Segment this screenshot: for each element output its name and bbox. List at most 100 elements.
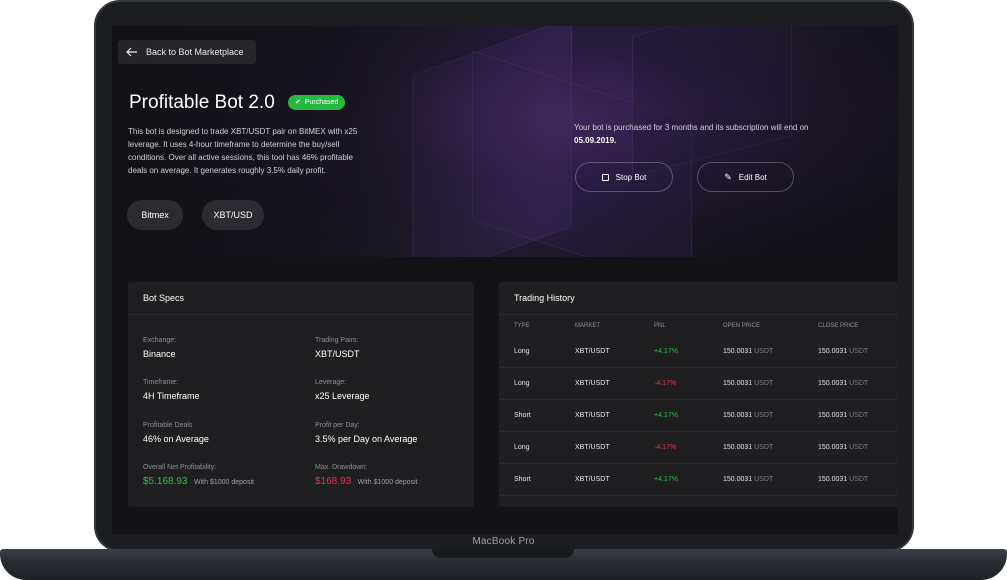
spec-profit-per-day: Profit per Day: 3.5% per Day on Average [315,422,417,444]
price-value: 150.0031 [723,348,753,355]
cell-open-price: 150.0031 USDT [723,336,773,368]
cell-type: Long [514,380,530,387]
spec-label: Leverage: [315,379,347,386]
table-row[interactable]: Long XBT/USDT -4.17% 150.0031 USDT 150.0… [499,368,898,400]
bot-hero: Back to Bot Marketplace Profitable Bot 2… [112,26,898,257]
cell-market: XBT/USDT [575,348,610,355]
cell-type: Short [514,476,531,483]
subscription-end-date: 05.09.2019. [574,136,617,145]
net-profit-value: $5.168.93 [143,476,188,487]
status-badge: ✔ Purchased [288,95,346,110]
bot-specs-panel: Bot Specs Exchange: Binance Trading Pair… [128,282,474,507]
cell-open-price: 150.0031 USDT [723,464,773,496]
spec-max-drawdown: Max. Drawdown: $168.93 With $1000 deposi… [315,464,418,487]
cell-market: XBT/USDT [575,412,610,419]
spec-value: 4H Timeframe [143,391,200,401]
spec-value: 46% on Average [143,434,209,444]
edit-bot-label: Edit Bot [738,172,767,182]
laptop-notch [432,549,574,558]
spec-value: Binance [143,349,176,359]
price-unit: USDT [754,380,774,387]
cell-close-price: 150.0031 USDT [818,400,868,432]
arrow-left-icon [126,47,138,57]
cell-market: XBT/USDT [575,444,610,451]
stop-bot-button[interactable]: Stop Bot [575,162,673,192]
table-header: TYPE MARKET PNL OPEN PRICE CLOSE PRICE [499,316,898,336]
deposit-note: With $1000 deposit [357,479,418,486]
status-badge-label: Purchased [304,99,339,106]
edit-bot-button[interactable]: ✎ Edit Bot [697,162,794,192]
spec-value: 3.5% per Day on Average [315,434,418,444]
column-header-type[interactable]: TYPE [514,316,530,336]
subscription-note: Your bot is purchased for 3 months and i… [574,121,814,147]
back-button-label: Back to Bot Marketplace [146,47,244,57]
stop-bot-label: Stop Bot [615,172,647,182]
panel-title: Bot Specs [128,282,474,315]
spec-label: Trading Pairs: [315,337,359,344]
cell-open-price: 150.0031 USDT [723,368,773,400]
bot-title: Profitable Bot 2.0 [129,92,275,113]
spec-label: Profit per Day: [315,422,360,429]
device-brand-label: MacBook Pro [472,536,535,547]
cell-open-price: 150.0031 USDT [723,432,773,464]
spec-profitable-deals: Profitable Deals 46% on Average [143,422,209,444]
spec-value: $168.93 With $1000 deposit [315,476,418,487]
column-header-close-price[interactable]: CLOSE PRICE [818,316,858,336]
price-unit: USDT [754,412,774,419]
spec-net-profitability: Overall Net Profitability: $5.168.93 Wit… [143,464,254,487]
check-icon: ✔ [295,99,301,106]
spec-exchange: Exchange: Binance [143,337,176,359]
spec-label: Profitable Deals [143,422,193,429]
price-value: 150.0031 [723,412,753,419]
cell-pnl: -4.17% [654,444,677,451]
cell-close-price: 150.0031 USDT [818,464,868,496]
spec-trading-pairs: Trading Pairs: XBT/USDT [315,337,360,359]
spec-label: Timeframe: [143,379,179,386]
price-value: 150.0031 [723,380,753,387]
price-unit: USDT [849,476,869,483]
pencil-icon: ✎ [724,171,732,182]
table-row[interactable]: Long XBT/USDT -4.17% 150.0031 USDT 150.0… [499,432,898,464]
table-row[interactable]: Short XBT/USDT +4.17% 150.0031 USDT 150.… [499,400,898,432]
spec-leverage: Leverage: x25 Leverage [315,379,370,401]
cell-close-price: 150.0031 USDT [818,432,868,464]
cell-market: XBT/USDT [575,476,610,483]
table-row[interactable]: Short XBT/USDT +4.17% 150.0031 USDT 150.… [499,464,898,496]
table-row[interactable]: Long XBT/USDT +4.17% 150.0031 USDT 150.0… [499,336,898,368]
cell-type: Long [514,444,530,451]
price-unit: USDT [849,444,869,451]
price-value: 150.0031 [818,348,848,355]
cell-type: Long [514,348,530,355]
cell-open-price: 150.0031 USDT [723,400,773,432]
price-unit: USDT [849,412,869,419]
tag-pair[interactable]: XBT/USD [202,200,264,230]
price-value: 150.0031 [818,444,848,451]
cell-pnl: +4.17% [654,476,678,483]
stop-square-icon [601,173,609,181]
price-value: 150.0031 [818,380,848,387]
price-value: 150.0031 [818,476,848,483]
spec-label: Exchange: [143,337,177,344]
subscription-text: Your bot is purchased for 3 months and i… [574,123,809,132]
deposit-note: With $1000 deposit [194,479,254,486]
panel-title: Trading History [499,282,898,315]
price-value: 150.0031 [723,444,753,451]
spec-value: x25 Leverage [315,391,370,401]
cell-market: XBT/USDT [575,380,610,387]
price-unit: USDT [754,476,774,483]
tag-exchange[interactable]: Bitmex [127,200,183,230]
price-unit: USDT [849,380,869,387]
price-value: 150.0031 [723,476,753,483]
back-to-marketplace-button[interactable]: Back to Bot Marketplace [118,40,256,64]
app-screen: Back to Bot Marketplace Profitable Bot 2… [112,26,898,534]
cell-close-price: 150.0031 USDT [818,368,868,400]
spec-timeframe: Timeframe: 4H Timeframe [143,379,200,401]
price-value: 150.0031 [818,412,848,419]
column-header-market[interactable]: MARKET [575,316,600,336]
column-header-open-price[interactable]: OPEN PRICE [723,316,760,336]
cell-close-price: 150.0031 USDT [818,336,868,368]
cell-pnl: +4.17% [654,348,678,355]
column-header-pnl[interactable]: PNL [654,316,666,336]
trading-history-panel: Trading History TYPE MARKET PNL OPEN PRI… [499,282,898,507]
spec-value: XBT/USDT [315,349,360,359]
